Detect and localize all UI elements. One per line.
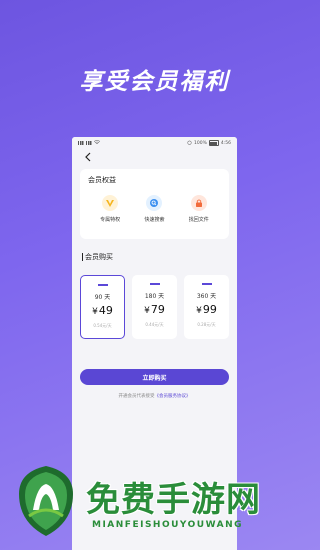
- plan-days: 180 天: [144, 292, 165, 300]
- signal-icon-2: [86, 141, 92, 145]
- vip-crown-icon: [102, 195, 119, 211]
- purchase-title: 会员购买: [82, 253, 237, 261]
- currency-symbol: ¥: [144, 305, 150, 316]
- plan-unit-price: 0.28元/天: [197, 321, 216, 327]
- plan-days: 90 天: [94, 293, 111, 301]
- benefits-card: 会员权益 专属特权 快速搜索 找回文件: [80, 169, 229, 239]
- agreement-text: 开通会员代表接受《会员服务协议》: [72, 393, 237, 399]
- status-bar: 100% 4:56: [72, 137, 237, 149]
- plan-180-days[interactable]: 180 天 ¥79 0.44元/天: [132, 275, 177, 339]
- plan-90-days[interactable]: 90 天 ¥49 0.54元/天: [80, 275, 125, 339]
- plan-360-days[interactable]: 360 天 ¥99 0.28元/天: [184, 275, 229, 339]
- plan-price: ¥99: [196, 303, 217, 316]
- benefits-title: 会员权益: [88, 176, 116, 184]
- currency-symbol: ¥: [92, 306, 98, 317]
- nav-bar: [72, 149, 237, 165]
- wifi-icon: [93, 139, 101, 147]
- benefit-search[interactable]: 快速搜索: [134, 195, 174, 223]
- back-arrow-icon[interactable]: [82, 151, 94, 163]
- agreement-link[interactable]: 《会员服务协议》: [155, 394, 191, 399]
- benefit-recover[interactable]: 找回文件: [179, 195, 219, 223]
- banner-title: 享受会员福利: [79, 69, 230, 95]
- alarm-icon: [187, 140, 192, 147]
- plan-price: ¥79: [144, 303, 165, 316]
- plan-unit-price: 0.44元/天: [145, 321, 164, 327]
- plan-days: 360 天: [196, 292, 217, 300]
- buy-now-button[interactable]: 立即购买: [80, 369, 229, 385]
- watermark-subtext: MIANFEISHOUYOUWANG: [92, 520, 243, 530]
- watermark: 免费手游网 MIANFEISHOUYOUWANG: [0, 450, 309, 550]
- watermark-logo-icon: [15, 464, 77, 538]
- status-time: 4:56: [220, 140, 231, 146]
- battery-icon: [208, 140, 219, 146]
- plan-price: ¥49: [92, 304, 113, 317]
- plan-accent-bar: [97, 284, 108, 286]
- battery-percent: 100%: [194, 140, 207, 146]
- currency-symbol: ¥: [196, 305, 202, 316]
- price-value: 49: [98, 303, 113, 317]
- search-icon: [146, 195, 163, 211]
- benefit-label: 找回文件: [188, 217, 209, 223]
- benefit-label: 专属特权: [100, 217, 121, 223]
- plan-list: 90 天 ¥49 0.54元/天 180 天 ¥79 0.44元/天 360 天…: [80, 275, 229, 339]
- plan-unit-price: 0.54元/天: [93, 322, 112, 328]
- watermark-text: 免费手游网: [86, 480, 261, 520]
- benefit-label: 快速搜索: [144, 217, 165, 223]
- price-value: 99: [202, 302, 217, 316]
- lock-icon: [190, 195, 207, 211]
- plan-accent-bar: [201, 283, 212, 285]
- signal-icon: [78, 141, 84, 145]
- benefit-exclusive[interactable]: 专属特权: [90, 195, 130, 223]
- plan-accent-bar: [149, 283, 160, 285]
- agreement-prefix: 开通会员代表接受: [118, 394, 155, 399]
- price-value: 79: [150, 302, 165, 316]
